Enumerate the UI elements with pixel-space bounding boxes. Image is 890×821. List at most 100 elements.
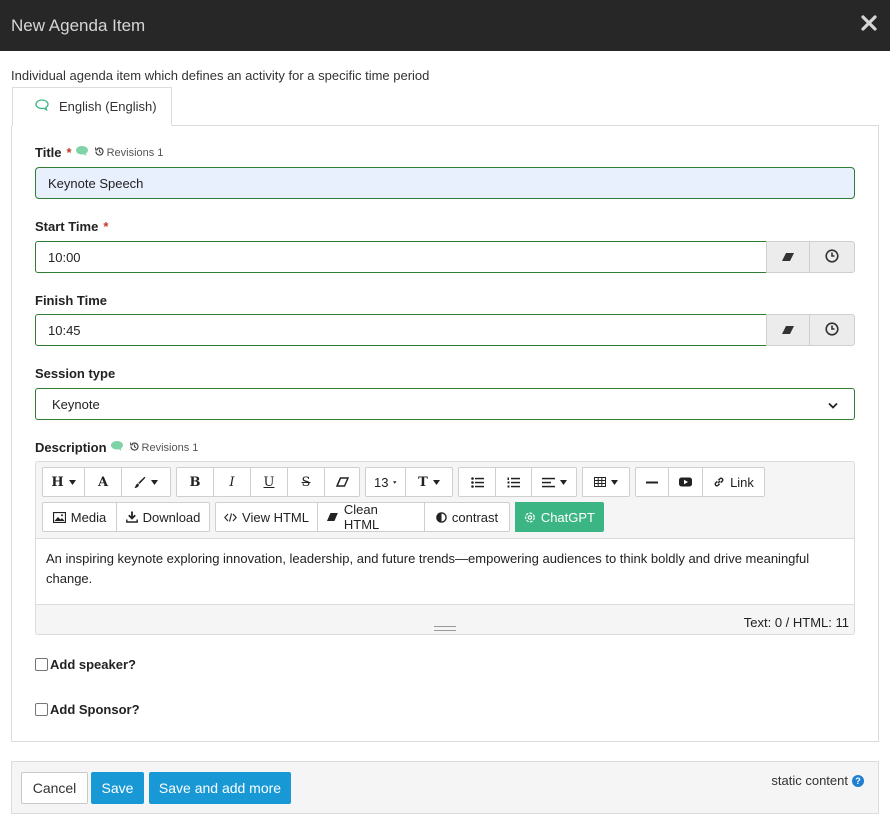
openai-icon [524,512,535,522]
clean-html-button[interactable]: Clean HTML [317,502,425,532]
finish-time-label: Finish Time [35,293,107,308]
caret-down-icon [68,479,76,485]
horizontal-rule-icon [646,481,658,483]
static-content: static content ? [771,773,864,788]
add-speaker-label: Add speaker? [50,657,136,672]
bullet-list-icon [470,476,484,488]
font-button[interactable]: A [84,467,122,497]
font-size-label: 13 [374,474,389,490]
description-label-text: Description [35,440,107,455]
table-button[interactable] [582,467,630,497]
history-icon [94,146,105,160]
link-button[interactable]: Link [702,467,765,497]
title-input[interactable]: Keynote Speech [35,167,855,199]
clock-icon [825,248,839,266]
media-button[interactable]: Media [42,502,117,532]
session-type-label: Session type [35,366,116,381]
contrast-icon [436,511,447,523]
italic-button[interactable]: I [213,467,251,497]
horizontal-rule-button[interactable] [635,467,669,497]
chatgpt-button[interactable]: ChatGPT [515,502,604,532]
color-button[interactable] [121,467,171,497]
video-button[interactable] [668,467,703,497]
code-icon [224,512,237,522]
editor-content[interactable]: An inspiring keynote exploring innovatio… [36,538,854,605]
add-speaker-checkbox[interactable] [35,658,48,671]
clear-format-button[interactable] [324,467,360,497]
tab-english[interactable]: English (English) [12,87,172,126]
youtube-icon [679,477,692,487]
comment-icon[interactable] [110,440,124,455]
download-label: Download [142,509,201,525]
add-sponsor-checkbox[interactable] [35,703,48,716]
close-icon[interactable] [860,14,878,32]
align-left-icon [541,477,555,487]
image-icon [52,511,66,523]
download-button[interactable]: Download [116,502,210,532]
heading-label: H [51,474,64,490]
strikethrough-button[interactable]: S [287,467,325,497]
start-time-label: Start Time * [35,219,108,234]
bold-button[interactable]: B [176,467,214,497]
line-height-label: T [418,474,428,490]
numbered-list-icon [507,477,520,487]
align-button[interactable] [531,467,577,497]
bullet-list-button[interactable] [458,467,496,497]
session-type-select[interactable]: Keynote [35,388,855,420]
table-icon [594,477,606,487]
save-button[interactable]: Save [91,772,144,804]
chevron-down-icon [828,397,838,412]
caret-down-icon [611,479,618,485]
clear-start-button[interactable] [766,241,810,273]
form-panel [11,125,879,742]
char-counter: Text: 0 / HTML: 11 [743,615,849,630]
download-icon [125,511,138,523]
save-and-add-more-button[interactable]: Save and add more [149,772,291,804]
title-label: Title * Revisions 1 [35,145,163,160]
finish-time-input[interactable]: 10:45 [35,314,767,346]
finish-time-picker-button[interactable] [809,314,855,346]
link-label: Link [730,474,754,490]
view-html-button[interactable]: View HTML [215,502,318,532]
revisions-text: Revisions 1 [141,441,199,454]
comment-icon[interactable] [75,145,89,160]
title-label-text: Title [35,145,62,160]
caret-down-icon [559,479,567,485]
media-label: Media [70,509,107,525]
cancel-button[interactable]: Cancel [21,772,88,804]
caret-down-icon [393,480,397,484]
clock-icon [825,321,839,339]
caret-down-icon [432,479,440,485]
line-height-button[interactable]: T [405,467,453,497]
editor-toolbar-row-2: Media Download View HTML Clean HTML cont… [42,502,604,532]
eraser-icon [335,477,349,487]
contrast-label: contrast [451,509,499,525]
dialog-header: New Agenda Item [0,0,890,51]
add-sponsor-row: Add Sponsor? [35,702,140,717]
font-size-button[interactable]: 13 [365,467,406,497]
resize-handle[interactable] [434,626,456,631]
eraser-icon [781,323,795,338]
dialog-intro: Individual agenda item which defines an … [11,68,430,83]
underline-button[interactable]: U [250,467,288,497]
required-mark: * [103,219,109,234]
eraser-icon [326,513,338,521]
clean-html-label: Clean HTML [343,502,380,532]
static-content-label: static content [771,773,848,788]
clear-finish-button[interactable] [766,314,810,346]
caret-down-icon [151,479,158,485]
help-icon[interactable]: ? [852,774,864,787]
revisions-text: Revisions 1 [106,146,164,159]
heading-button[interactable]: H [42,467,85,497]
numbered-list-button[interactable] [495,467,532,497]
revisions-link[interactable]: Revisions 1 [129,441,199,455]
start-time-picker-button[interactable] [809,241,855,273]
revisions-link[interactable]: Revisions 1 [94,146,164,160]
tab-label: English (English) [59,99,157,114]
required-mark: * [66,145,72,160]
start-time-input[interactable]: 10:00 [35,241,767,273]
history-icon [129,441,140,455]
brush-icon [134,476,146,488]
contrast-button[interactable]: contrast [424,502,510,532]
dialog-title: New Agenda Item [11,15,146,35]
